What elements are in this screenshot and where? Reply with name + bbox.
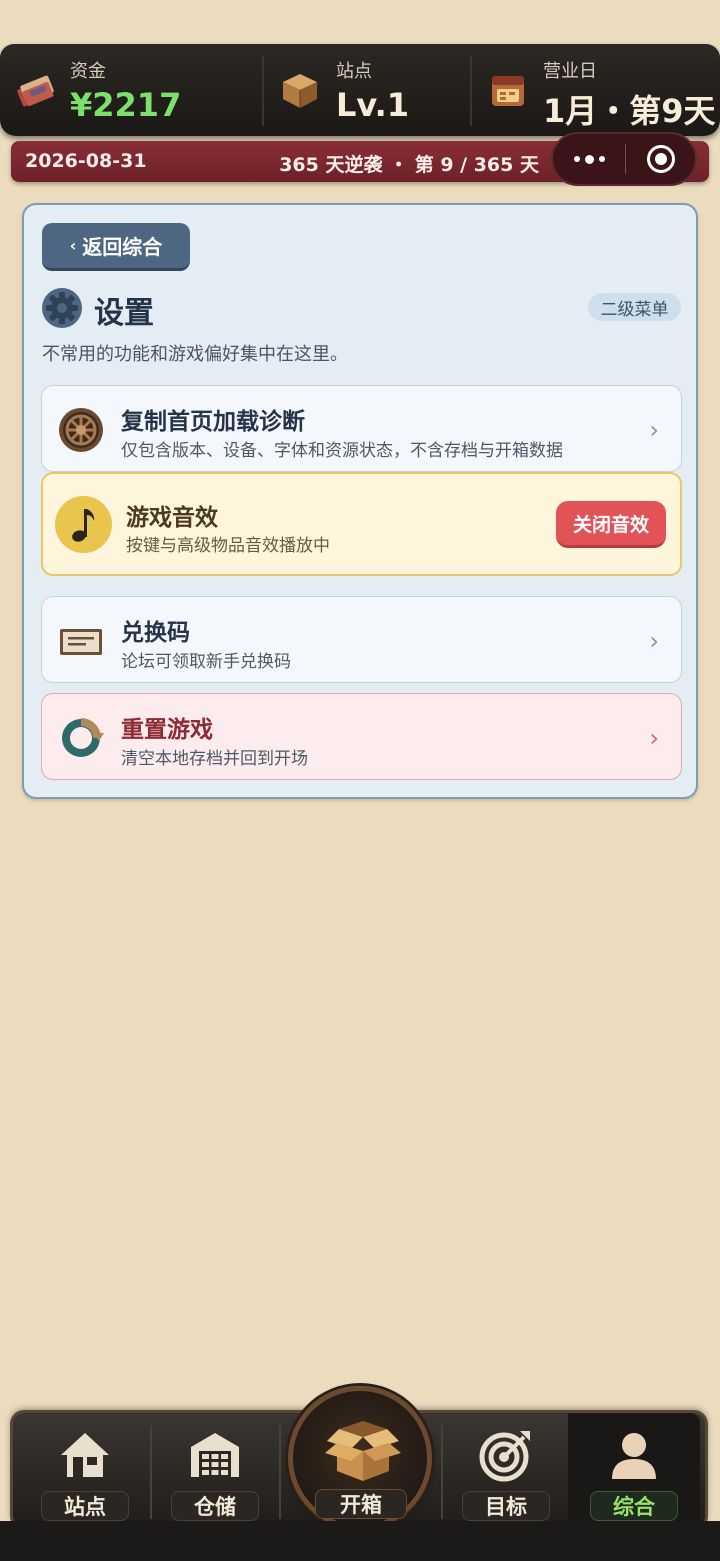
site-level: Lv.1 xyxy=(336,86,410,124)
row-title: 重置游戏 xyxy=(121,717,213,743)
stats-bar: 资金 ¥2217 站点 Lv.1 营业日 1月・第9天 xyxy=(0,44,720,136)
current-date: 2026-08-31 xyxy=(25,150,147,172)
box-icon xyxy=(283,74,317,108)
chevron-right-icon: › xyxy=(649,416,659,444)
row-title: 复制首页加载诊断 xyxy=(121,409,305,435)
user-icon xyxy=(612,1433,656,1479)
close-target-icon[interactable] xyxy=(647,145,675,173)
submenu-badge: 二级菜单 xyxy=(588,293,681,321)
funds-label: 资金 xyxy=(70,61,106,82)
ticket-icon xyxy=(60,629,102,655)
back-button-label: 返回综合 xyxy=(82,235,163,259)
nav-tab-open-box[interactable]: 开箱 xyxy=(288,1386,432,1530)
nav-label: 仓储 xyxy=(171,1491,259,1521)
money-stack-icon xyxy=(17,75,54,107)
nav-label: 目标 xyxy=(462,1491,550,1521)
more-dots-icon xyxy=(598,156,605,162)
row-subtitle: 按键与高级物品音效播放中 xyxy=(126,536,330,556)
gear-icon xyxy=(42,288,82,328)
nav-label: 开箱 xyxy=(315,1489,407,1519)
challenge-progress: 365 天逆袭 ・ 第 9 / 365 天 xyxy=(279,154,539,176)
nav-tab-goal[interactable]: 目标 xyxy=(441,1413,571,1527)
chevron-right-icon: › xyxy=(649,724,659,752)
toggle-sound-button[interactable]: 关闭音效 xyxy=(556,501,666,548)
row-subtitle: 仅包含版本、设备、字体和资源状态，不含存档与开箱数据 xyxy=(121,441,563,461)
row-subtitle: 论坛可领取新手兑换码 xyxy=(121,652,291,672)
back-to-general-button[interactable]: ‹ 返回综合 xyxy=(42,223,190,271)
funds-stat: 资金 ¥2217 xyxy=(0,44,262,136)
day-label: 营业日 xyxy=(543,61,597,82)
settings-panel: ‹ 返回综合 设置 二级菜单 不常用的功能和游戏偏好集中在这里。 复制首页加载诊… xyxy=(22,203,698,799)
nav-divider xyxy=(279,1425,281,1519)
nav-label: 站点 xyxy=(41,1491,129,1521)
redeem-code-row[interactable]: 兑换码 论坛可领取新手兑换码 › xyxy=(41,596,682,683)
capsule-divider xyxy=(625,144,626,174)
reset-icon xyxy=(62,718,104,757)
house-icon xyxy=(61,1433,109,1477)
chevron-left-icon: ‹ xyxy=(69,236,77,255)
site-stat: 站点 Lv.1 xyxy=(264,44,470,136)
chevron-right-icon: › xyxy=(649,627,659,655)
nav-tab-station[interactable]: 站点 xyxy=(19,1413,151,1527)
warehouse-icon xyxy=(191,1433,239,1477)
game-sound-row: 游戏音效 按键与高级物品音效播放中 关闭音效 xyxy=(41,472,682,576)
funds-value: ¥2217 xyxy=(70,86,182,124)
nav-tab-general[interactable]: 综合 xyxy=(568,1413,700,1527)
home-indicator-bar xyxy=(0,1521,720,1561)
copy-diagnostics-row[interactable]: 复制首页加载诊断 仅包含版本、设备、字体和资源状态，不含存档与开箱数据 › xyxy=(41,385,682,472)
more-menu-button[interactable] xyxy=(553,134,625,184)
site-label: 站点 xyxy=(336,61,372,82)
day-stat: 营业日 1月・第9天 xyxy=(472,44,720,136)
day-value: 1月・第9天 xyxy=(543,92,716,130)
wheel-icon xyxy=(59,408,103,452)
page-description: 不常用的功能和游戏偏好集中在这里。 xyxy=(42,344,348,365)
target-icon xyxy=(479,1431,530,1482)
shop-calendar-icon xyxy=(492,76,524,106)
row-title: 兑换码 xyxy=(121,620,190,646)
open-box-icon xyxy=(325,1421,401,1481)
more-dots-icon xyxy=(584,154,594,164)
page-title: 设置 xyxy=(94,296,154,331)
nav-tab-storage[interactable]: 仓储 xyxy=(150,1413,280,1527)
more-dots-icon xyxy=(573,156,580,162)
music-note-icon xyxy=(55,496,112,553)
reset-game-row[interactable]: 重置游戏 清空本地存档并回到开场 › xyxy=(41,693,682,780)
row-title: 游戏音效 xyxy=(126,505,218,531)
mini-program-capsule xyxy=(551,132,697,186)
row-subtitle: 清空本地存档并回到开场 xyxy=(121,749,308,769)
nav-label: 综合 xyxy=(590,1491,678,1521)
